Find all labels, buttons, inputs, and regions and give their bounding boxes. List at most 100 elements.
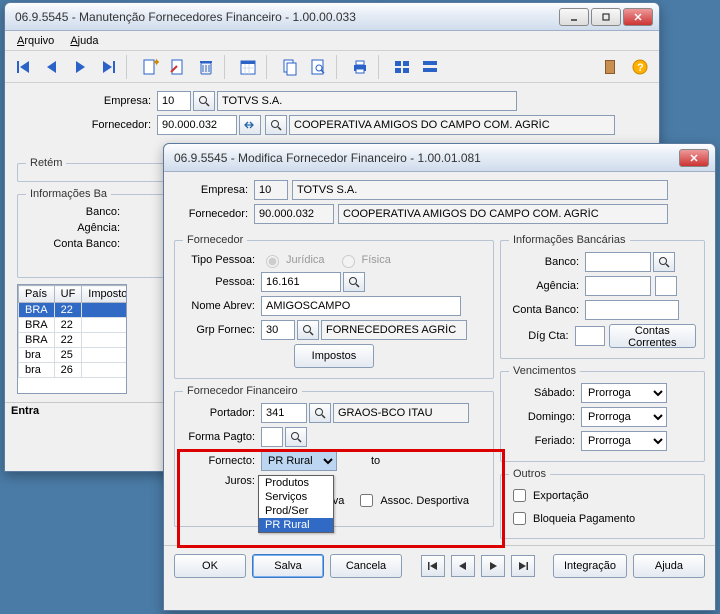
table-row[interactable]: bra25 <box>19 348 128 363</box>
main-title: 06.9.5545 - Manutenção Fornecedores Fina… <box>11 10 559 24</box>
modal-nav-first-icon[interactable] <box>421 555 445 577</box>
m-fornecedor-input <box>254 204 334 224</box>
domingo-select[interactable]: Prorroga <box>581 407 667 427</box>
calendar-icon[interactable] <box>235 54 261 80</box>
table-row[interactable]: BRA22 <box>19 318 128 333</box>
portador-name <box>333 403 469 423</box>
fs-fin: Fornecedor Financeiro <box>183 385 302 397</box>
m-fornecedor-label: Fornecedor: <box>174 208 254 220</box>
maximize-button[interactable] <box>591 8 621 26</box>
edit-icon[interactable] <box>165 54 191 80</box>
fornecedor-lookup-icon[interactable] <box>265 115 287 135</box>
banco-lookup-icon[interactable] <box>653 252 675 272</box>
portador-input[interactable] <box>261 403 307 423</box>
fornecedor-goto-icon[interactable] <box>239 115 261 135</box>
grp-input[interactable] <box>261 320 295 340</box>
fornecto-suffix: to <box>371 455 380 467</box>
empresa-lookup-icon[interactable] <box>193 91 215 111</box>
modal-button-bar: OK Salva Cancela Integração Ajuda <box>164 545 715 586</box>
fornecto-option[interactable]: Serviços <box>259 490 333 504</box>
ok-button[interactable]: OK <box>174 554 246 578</box>
fornecto-option-selected[interactable]: PR Rural <box>259 518 333 532</box>
nav-next-icon[interactable] <box>67 54 93 80</box>
bloqueia-label: Bloqueia Pagamento <box>533 513 635 525</box>
svg-text:?: ? <box>637 62 644 74</box>
forma-pagto-label: Forma Pagto: <box>183 431 261 443</box>
m-empresa-label: Empresa: <box>174 184 254 196</box>
table-row[interactable]: bra26 <box>19 363 128 378</box>
grid-header-pais[interactable]: País <box>19 286 55 303</box>
exportacao-checkbox[interactable] <box>513 489 526 502</box>
fs-fornecedor: Fornecedor <box>183 234 247 246</box>
main-titlebar[interactable]: 06.9.5545 - Manutenção Fornecedores Fina… <box>5 3 659 31</box>
fornecto-option[interactable]: Produtos <box>259 476 333 490</box>
pessoa-lookup-icon[interactable] <box>343 272 365 292</box>
nome-abrev-input[interactable] <box>261 296 461 316</box>
modal-nav-last-icon[interactable] <box>511 555 535 577</box>
grp-lookup-icon[interactable] <box>297 320 319 340</box>
tool2-icon[interactable] <box>417 54 443 80</box>
fornecto-dropdown-list[interactable]: Produtos Serviços Prod/Ser PR Rural <box>258 475 334 533</box>
modal-titlebar[interactable]: 06.9.5545 - Modifica Fornecedor Financei… <box>164 144 715 172</box>
new-icon[interactable]: ✦ <box>137 54 163 80</box>
conta-input[interactable] <box>585 300 679 320</box>
impostos-button[interactable]: Impostos <box>294 344 374 368</box>
modal-close-button[interactable] <box>679 149 709 167</box>
portador-label: Portador: <box>183 407 261 419</box>
delete-icon[interactable] <box>193 54 219 80</box>
table-row[interactable]: BRA22 <box>19 333 128 348</box>
fornecto-label: Fornecto: <box>183 455 261 467</box>
radio-juridica-label: Jurídica <box>286 254 325 266</box>
banco-input[interactable] <box>585 252 651 272</box>
retem-legend: Retém <box>26 157 66 169</box>
table-row[interactable]: BRA22 <box>19 303 128 318</box>
search-doc-icon[interactable] <box>305 54 331 80</box>
portador-lookup-icon[interactable] <box>309 403 331 423</box>
menu-arquivo[interactable]: Arquivo <box>11 33 60 49</box>
nav-last-icon[interactable] <box>95 54 121 80</box>
forma-pagto-lookup-icon[interactable] <box>285 427 307 447</box>
help-icon[interactable]: ? <box>627 54 653 80</box>
agencia-input[interactable] <box>585 276 651 296</box>
menu-ajuda[interactable]: Ajuda <box>64 33 104 49</box>
copy-icon[interactable] <box>277 54 303 80</box>
empresa-input[interactable] <box>157 91 191 111</box>
contas-correntes-button[interactable]: Contas Correntes <box>609 324 696 348</box>
bloqueia-checkbox[interactable] <box>513 512 526 525</box>
forma-pagto-input[interactable] <box>261 427 283 447</box>
nav-first-icon[interactable] <box>11 54 37 80</box>
radio-fisica-label: Física <box>362 254 391 266</box>
nav-prev-icon[interactable] <box>39 54 65 80</box>
modal-nav-next-icon[interactable] <box>481 555 505 577</box>
conta-label: Conta Banco: <box>26 238 126 250</box>
fornecto-select[interactable]: PR Rural <box>261 451 337 471</box>
tool1-icon[interactable] <box>389 54 415 80</box>
radio-juridica <box>266 255 279 268</box>
grid[interactable]: País UF Imposto BRA22BRA22BRA22bra25bra2… <box>17 284 127 394</box>
fornecto-option[interactable]: Prod/Ser <box>259 504 333 518</box>
modal-nav-prev-icon[interactable] <box>451 555 475 577</box>
domingo-label: Domingo: <box>509 411 581 423</box>
feriado-select[interactable]: Prorroga <box>581 431 667 451</box>
ajuda-button[interactable]: Ajuda <box>633 554 705 578</box>
fornecedor-input[interactable] <box>157 115 237 135</box>
fornecedor-label: Fornecedor: <box>17 119 157 131</box>
integracao-button[interactable]: Integração <box>553 554 627 578</box>
grp-label: Grp Fornec: <box>183 324 261 336</box>
pessoa-label: Pessoa: <box>183 276 261 288</box>
cancela-button[interactable]: Cancela <box>330 554 402 578</box>
dig-input[interactable] <box>575 326 605 346</box>
banco-label: Banco: <box>26 206 126 218</box>
grid-header-imposto[interactable]: Imposto <box>82 286 127 303</box>
pessoa-input[interactable] <box>261 272 341 292</box>
agencia-dv-input[interactable] <box>655 276 677 296</box>
tipo-pessoa-label: Tipo Pessoa: <box>183 254 261 266</box>
sabado-select[interactable]: Prorroga <box>581 383 667 403</box>
grid-header-uf[interactable]: UF <box>54 286 82 303</box>
print-icon[interactable] <box>347 54 373 80</box>
salva-button[interactable]: Salva <box>252 554 324 578</box>
close-button[interactable] <box>623 8 653 26</box>
assoc-checkbox[interactable] <box>360 494 373 507</box>
exit-icon[interactable] <box>599 54 625 80</box>
minimize-button[interactable] <box>559 8 589 26</box>
